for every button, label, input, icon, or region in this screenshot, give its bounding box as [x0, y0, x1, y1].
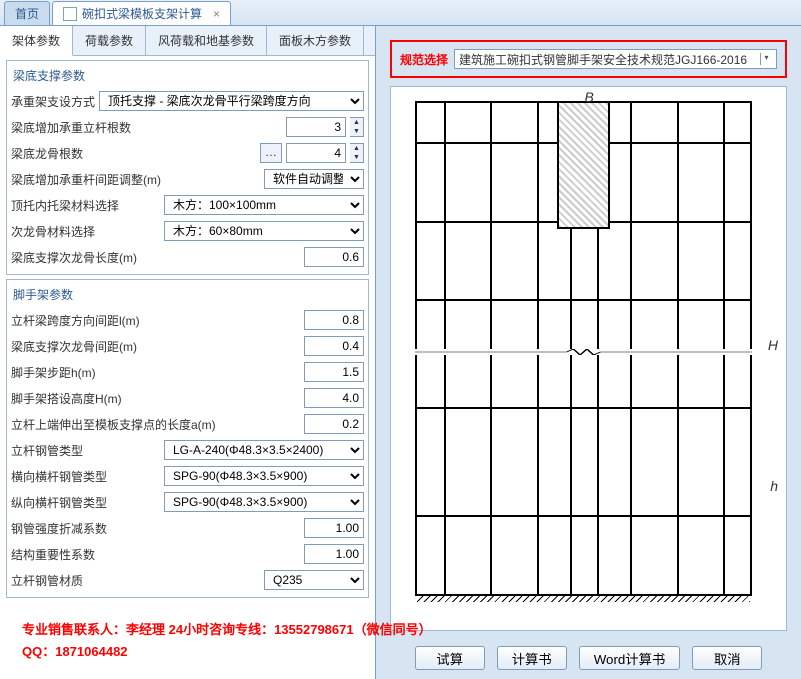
post-span-spacing[interactable] [304, 310, 364, 330]
tabs-bar: 首页 碗扣式梁模板支架计算 × [0, 0, 801, 26]
height-H[interactable] [304, 388, 364, 408]
top-extend-a[interactable] [304, 414, 364, 434]
dim-h: h [770, 478, 778, 494]
spinner[interactable]: ▲▼ [350, 143, 364, 163]
tab-home[interactable]: 首页 [4, 1, 50, 25]
keel-spacing[interactable] [304, 336, 364, 356]
group-title: 梁底支撑参数 [11, 65, 364, 88]
beam-section [557, 101, 610, 229]
cancel-button[interactable]: 取消 [692, 646, 762, 670]
document-icon [63, 7, 77, 21]
subtabs: 架体参数 荷载参数 风荷载和地基参数 面板木方参数 [0, 26, 375, 56]
dim-B: B [585, 89, 594, 105]
vert-tube-type-select[interactable]: SPG-90(Φ48.3×3.5×900) [164, 492, 364, 512]
calc-button[interactable]: 计算书 [497, 646, 567, 670]
right-panel: 规范选择 建筑施工碗扣式钢管脚手架安全技术规范JGJ166-2016▾ [376, 26, 801, 679]
importance-factor[interactable] [304, 544, 364, 564]
close-icon[interactable]: × [213, 7, 220, 21]
spacing-adjust-select[interactable]: 软件自动调整 [264, 169, 364, 189]
diagram-box: B H h [390, 86, 787, 631]
top-beam-material-select[interactable]: 木方：100×100mm [164, 195, 364, 215]
subtab-wind[interactable]: 风荷载和地基参数 [146, 26, 267, 55]
step-h[interactable] [304, 362, 364, 382]
keel-length[interactable] [304, 247, 364, 267]
spec-select[interactable]: 建筑施工碗扣式钢管脚手架安全技术规范JGJ166-2016▾ [454, 49, 777, 69]
group-scaffold: 脚手架参数 立杆梁跨度方向间距l(m) 梁底支撑次龙骨间距(m) 脚手架步距h(… [6, 279, 369, 598]
subtab-frame[interactable]: 架体参数 [0, 26, 73, 56]
subtab-load[interactable]: 荷载参数 [73, 26, 146, 55]
spinner[interactable]: ▲▼ [350, 117, 364, 137]
group-beam-support: 梁底支撑参数 承重架支设方式 顶托支撑 - 梁底次龙骨平行梁跨度方向 梁底增加承… [6, 60, 369, 275]
ground-hatch [417, 594, 750, 602]
add-post-count[interactable] [286, 117, 346, 137]
more-button[interactable]: … [260, 143, 282, 163]
horiz-tube-type-select[interactable]: SPG-90(Φ48.3×3.5×900) [164, 466, 364, 486]
dim-H: H [768, 337, 778, 353]
strength-factor[interactable] [304, 518, 364, 538]
tab-doc[interactable]: 碗扣式梁模板支架计算 × [52, 1, 231, 25]
post-tube-type-select[interactable]: LG-A-240(Φ48.3×3.5×2400) [164, 440, 364, 460]
word-calc-button[interactable]: Word计算书 [579, 646, 681, 670]
keel-count[interactable] [286, 143, 346, 163]
secondary-keel-material-select[interactable]: 木方：60×80mm [164, 221, 364, 241]
steel-material-select[interactable]: Q235 [264, 570, 364, 590]
diagram [415, 101, 752, 596]
footer-contact: 专业销售联系人：李经理 24小时咨询专线：13552798671（微信同号） Q… [22, 619, 432, 663]
button-bar: 试算 计算书 Word计算书 取消 [390, 637, 787, 679]
chevron-down-icon: ▾ [760, 53, 772, 65]
left-panel: 架体参数 荷载参数 风荷载和地基参数 面板木方参数 梁底支撑参数 承重架支设方式… [0, 26, 376, 679]
group-title: 脚手架参数 [11, 284, 364, 307]
support-method-select[interactable]: 顶托支撑 - 梁底次龙骨平行梁跨度方向 [99, 91, 364, 111]
spec-label: 规范选择 [400, 51, 448, 68]
subtab-panel[interactable]: 面板木方参数 [267, 26, 364, 55]
spec-bar: 规范选择 建筑施工碗扣式钢管脚手架安全技术规范JGJ166-2016▾ [390, 40, 787, 78]
